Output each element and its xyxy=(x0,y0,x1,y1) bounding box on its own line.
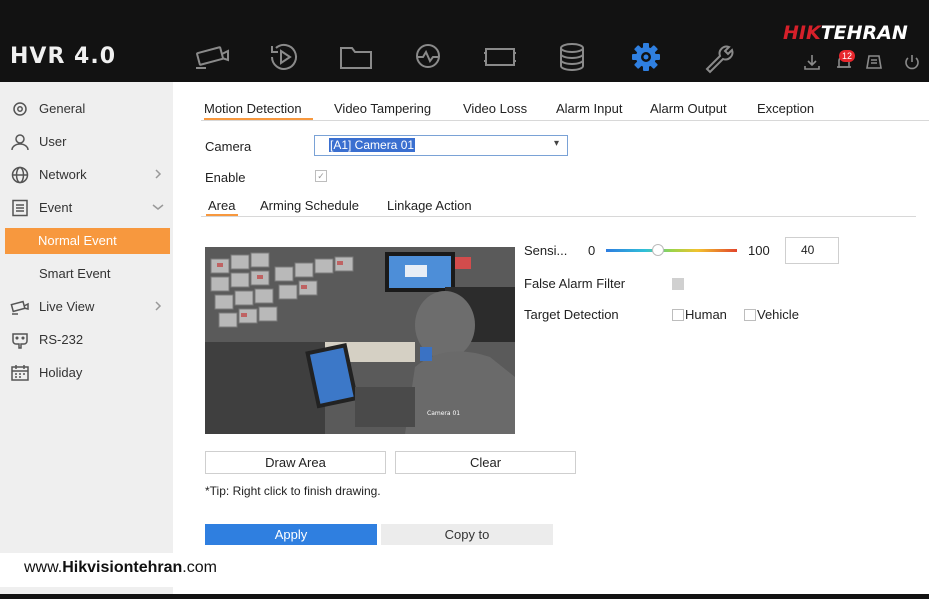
human-checkbox[interactable] xyxy=(672,309,684,321)
alarm-count-badge: 12 xyxy=(839,50,855,62)
chevron-right-icon xyxy=(151,167,165,181)
vehicle-label: Vehicle xyxy=(757,307,799,322)
maintenance-icon[interactable] xyxy=(698,40,738,74)
bottom-bar xyxy=(0,594,929,599)
chevron-down-icon: ▾ xyxy=(553,138,559,149)
false-alarm-filter-checkbox[interactable] xyxy=(672,278,684,290)
sidebar-item-user[interactable]: User xyxy=(0,129,173,155)
tab-video-loss[interactable]: Video Loss xyxy=(463,101,527,116)
user-icon xyxy=(10,133,30,151)
sidebar-item-live-view[interactable]: Live View xyxy=(0,294,173,320)
sensitivity-max-label: 100 xyxy=(748,243,770,258)
main-panel: Motion Detection Video Tampering Video L… xyxy=(173,82,929,594)
sensitivity-value: 40 xyxy=(801,243,815,257)
tab-alarm-input[interactable]: Alarm Input xyxy=(556,101,622,116)
active-tab-indicator xyxy=(204,118,313,120)
watermark: www.Hikvisiontehran.com xyxy=(0,553,260,587)
sidebar-item-smart-event[interactable]: Smart Event xyxy=(0,261,173,287)
camera-preview-image: Camera 01 xyxy=(205,247,515,434)
sensitivity-slider-handle[interactable] xyxy=(652,244,665,256)
tasks-icon[interactable] xyxy=(864,52,884,72)
subtab-area[interactable]: Area xyxy=(208,198,235,213)
product-logo: HVR 4.0 xyxy=(10,44,117,69)
false-alarm-filter-label: False Alarm Filter xyxy=(524,276,626,291)
sidebar-item-label: Event xyxy=(39,200,73,215)
tab-alarm-output[interactable]: Alarm Output xyxy=(650,101,727,116)
sensitivity-slider[interactable] xyxy=(606,249,737,252)
subtabs-divider xyxy=(201,216,916,217)
subtab-linkage-action[interactable]: Linkage Action xyxy=(387,198,472,213)
brand-logo: HIKTEHRAN xyxy=(783,22,908,44)
power-icon[interactable] xyxy=(902,52,922,72)
enable-label: Enable xyxy=(205,170,246,185)
watermark-prefix: www. xyxy=(24,559,63,576)
camera-label: Camera xyxy=(205,139,252,154)
draw-area-button[interactable]: Draw Area xyxy=(205,451,386,474)
analytics-icon[interactable] xyxy=(408,40,448,74)
sidebar-item-label: General xyxy=(39,101,86,116)
settings-icon[interactable] xyxy=(626,40,666,74)
sidebar-item-label: Normal Event xyxy=(38,233,117,248)
watermark-name: Hikvisiontehran xyxy=(62,559,183,576)
sensitivity-input[interactable]: 40 xyxy=(785,237,839,264)
target-detection-label: Target Detection xyxy=(524,307,619,322)
gear-icon xyxy=(10,100,30,118)
clear-button[interactable]: Clear xyxy=(395,451,576,474)
event-list-icon xyxy=(10,199,30,217)
camera-select[interactable]: [A1] Camera 01 ▾ xyxy=(314,135,568,156)
vca-icon[interactable] xyxy=(480,40,520,74)
svg-text:Camera 01: Camera 01 xyxy=(427,410,460,417)
sidebar-item-label: Live View xyxy=(39,299,95,314)
active-subtab-indicator xyxy=(206,214,238,216)
subtab-arming-schedule[interactable]: Arming Schedule xyxy=(260,198,359,213)
sensitivity-min-label: 0 xyxy=(588,243,596,258)
human-label: Human xyxy=(685,307,727,322)
calendar-icon xyxy=(10,364,30,382)
sidebar-item-event[interactable]: Event xyxy=(0,195,173,221)
sidebar-item-label: User xyxy=(39,134,67,149)
sidebar-item-label: Smart Event xyxy=(39,266,111,281)
sidebar: General User Network Event Normal Event … xyxy=(0,82,173,594)
tab-motion-detection[interactable]: Motion Detection xyxy=(204,101,302,116)
camera-icon[interactable] xyxy=(192,40,232,74)
sidebar-item-rs232[interactable]: RS-232 xyxy=(0,327,173,353)
camera-select-value: [A1] Camera 01 xyxy=(329,138,416,152)
watermark-suffix: .com xyxy=(182,559,217,576)
sidebar-item-holiday[interactable]: Holiday xyxy=(0,360,173,386)
vehicle-checkbox[interactable] xyxy=(744,309,756,321)
apply-button[interactable]: Apply xyxy=(205,524,377,545)
chevron-down-icon xyxy=(151,200,165,214)
download-icon[interactable] xyxy=(802,52,822,72)
sensitivity-label: Sensi... xyxy=(524,243,568,258)
tab-exception[interactable]: Exception xyxy=(757,101,814,116)
sidebar-item-label: Network xyxy=(39,167,87,182)
sidebar-item-normal-event[interactable]: Normal Event xyxy=(5,228,170,254)
globe-icon xyxy=(10,166,30,184)
folder-icon[interactable] xyxy=(336,40,376,74)
tab-video-tampering[interactable]: Video Tampering xyxy=(334,101,431,116)
storage-icon[interactable] xyxy=(552,40,592,74)
camera-icon xyxy=(10,298,30,316)
sidebar-item-general[interactable]: General xyxy=(0,96,173,122)
copy-to-button[interactable]: Copy to xyxy=(381,524,553,545)
camera-preview[interactable]: Camera 01 xyxy=(205,247,515,434)
chevron-right-icon xyxy=(151,299,165,313)
playback-icon[interactable] xyxy=(264,40,304,74)
serial-icon xyxy=(10,331,30,349)
tabs-divider xyxy=(201,120,929,121)
enable-checkbox[interactable]: ✓ xyxy=(315,170,327,182)
sidebar-item-label: RS-232 xyxy=(39,332,84,347)
tip-text: *Tip: Right click to finish drawing. xyxy=(205,484,381,498)
sidebar-item-network[interactable]: Network xyxy=(0,162,173,188)
sidebar-item-label: Holiday xyxy=(39,365,83,380)
top-bar: HVR 4.0 HIKTEHRAN 12 xyxy=(0,0,929,82)
